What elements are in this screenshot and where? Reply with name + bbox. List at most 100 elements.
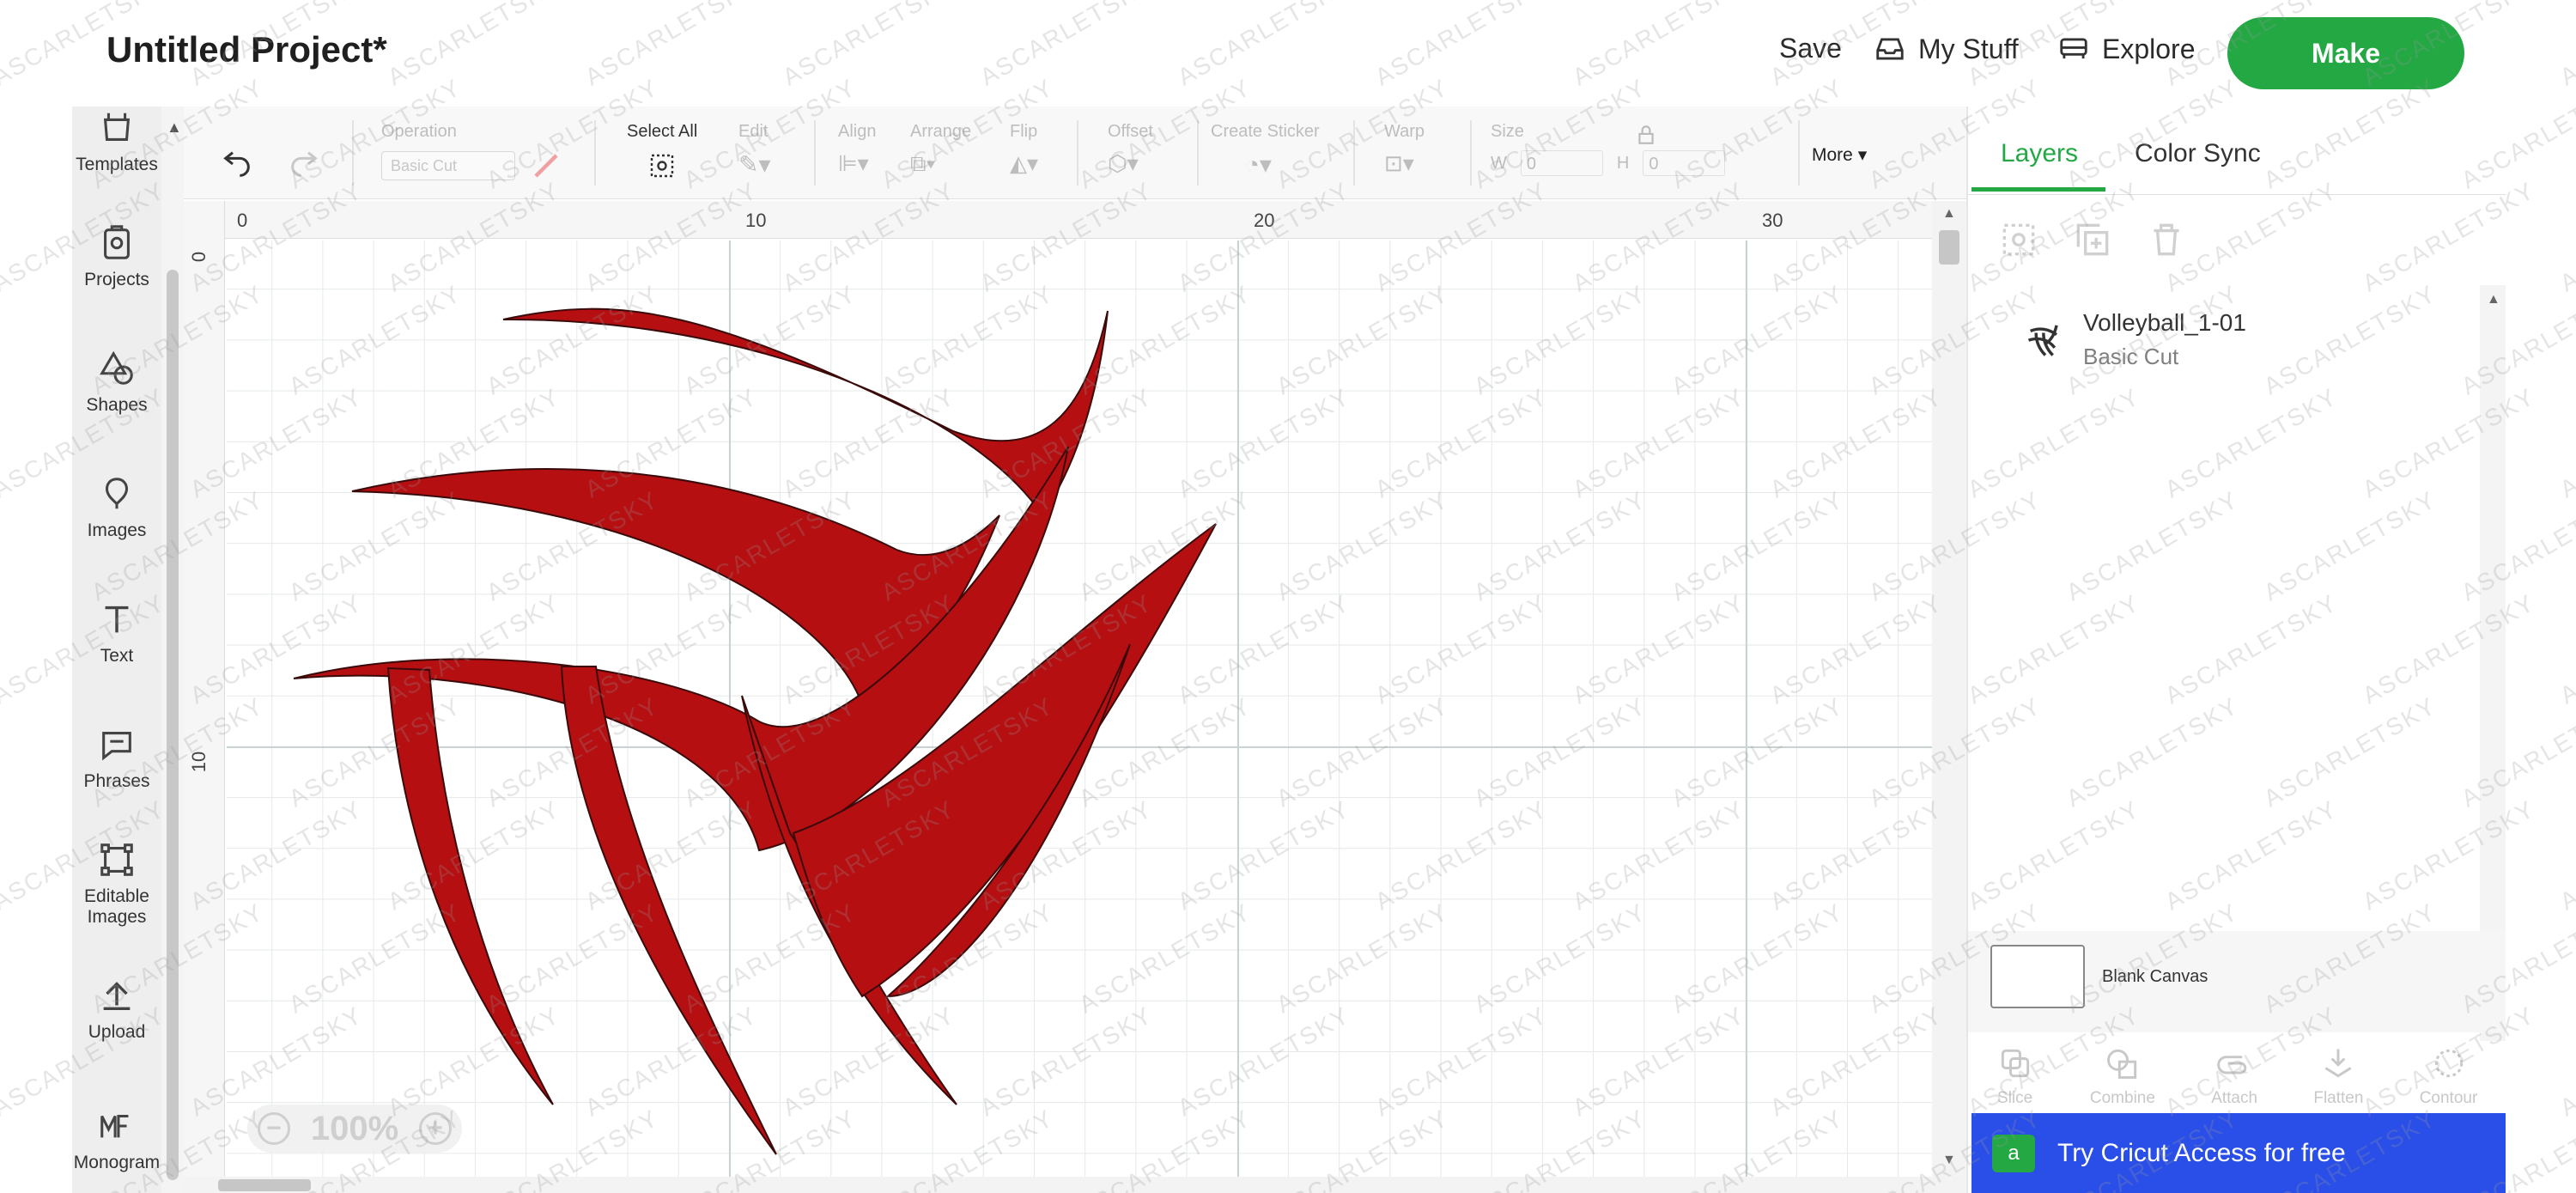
tab-layers[interactable]: Layers bbox=[2001, 139, 2078, 168]
align-group[interactable]: Align ⊫▾ bbox=[838, 122, 876, 177]
sidebar-item-projects[interactable]: Projects bbox=[72, 223, 161, 290]
sidebar-item-editable-images[interactable]: Editable Images bbox=[72, 840, 161, 928]
inbox-icon bbox=[1876, 38, 1904, 60]
select-all-button[interactable]: Select All bbox=[627, 122, 697, 186]
sticker-icon: ◔▾ bbox=[1245, 151, 1272, 178]
header: Untitled Project* Save My Stuff Explore … bbox=[0, 0, 2576, 107]
blank-canvas-row[interactable]: Blank Canvas bbox=[1968, 931, 2506, 1032]
layer-name: Volleyball_1-01 bbox=[2083, 309, 2246, 336]
tab-color-sync[interactable]: Color Sync bbox=[2135, 139, 2261, 168]
toolbar-divider bbox=[1197, 120, 1199, 186]
duplicate-icon[interactable] bbox=[2071, 218, 2114, 261]
canvas-hscroll-thumb[interactable] bbox=[218, 1179, 311, 1191]
arrange-group[interactable]: Arrange ⧉▾ bbox=[910, 122, 971, 178]
scroll-up-icon[interactable]: ▲ bbox=[1942, 206, 1956, 222]
layers-list: Volleyball_1-01 Basic Cut bbox=[1968, 285, 2506, 1041]
undo-icon[interactable] bbox=[220, 143, 254, 177]
blank-canvas-swatch[interactable] bbox=[1990, 945, 2085, 1008]
layers-scrollbar[interactable]: ▲ ▼ bbox=[2480, 285, 2506, 1041]
operation-select[interactable]: Basic Cut bbox=[381, 151, 515, 180]
more-button[interactable]: More ▾ bbox=[1812, 144, 1867, 166]
make-button[interactable]: Make bbox=[2227, 17, 2464, 89]
sidebar-label: Templates bbox=[76, 155, 158, 174]
scroll-up-icon[interactable]: ▲ bbox=[2487, 292, 2500, 307]
watermark-text: ASCARLETSKY bbox=[2555, 1001, 2576, 1122]
ruler-top: 0 10 20 30 bbox=[206, 201, 1932, 239]
arrange-label: Arrange bbox=[910, 122, 972, 141]
sidebar-item-phrases[interactable]: Phrases bbox=[72, 725, 161, 792]
group-icon[interactable] bbox=[1997, 218, 2040, 261]
flip-group[interactable]: Flip ◭▾ bbox=[1010, 122, 1038, 177]
sidebar-label: Projects bbox=[84, 270, 149, 289]
zoom-in-button[interactable]: + bbox=[419, 1112, 453, 1145]
offset-icon: ⬡▾ bbox=[1108, 150, 1139, 176]
my-stuff-button[interactable]: My Stuff bbox=[1874, 33, 2019, 65]
offset-group[interactable]: Offset ⬡▾ bbox=[1108, 122, 1153, 177]
size-label: Size bbox=[1491, 122, 1524, 141]
edit-icon: ✎▾ bbox=[738, 151, 771, 178]
combine-icon bbox=[2106, 1049, 2137, 1079]
sidebar-item-templates[interactable]: Templates bbox=[72, 108, 161, 175]
sidebar-item-images[interactable]: Images bbox=[72, 474, 161, 541]
explore-button[interactable]: Explore bbox=[2057, 33, 2196, 65]
layers-panel: Layers Color Sync Volleyball_1-01 Basic … bbox=[1966, 107, 2506, 1193]
align-label: Align bbox=[838, 122, 877, 141]
flatten-button[interactable]: Flatten bbox=[2313, 1044, 2363, 1108]
sidebar-item-upload[interactable]: Upload bbox=[72, 976, 161, 1043]
attach-button[interactable]: Attach bbox=[2211, 1044, 2257, 1108]
combine-label: Combine bbox=[2089, 1089, 2155, 1107]
warp-group[interactable]: Warp ⊡▾ bbox=[1384, 122, 1425, 177]
delete-icon[interactable] bbox=[2145, 218, 2188, 261]
volleyball-design[interactable] bbox=[227, 240, 1932, 1180]
upload-icon bbox=[103, 982, 131, 1011]
operation-group: Operation Basic Cut bbox=[381, 122, 562, 181]
warp-label: Warp bbox=[1384, 122, 1425, 141]
toolbar-divider bbox=[352, 120, 354, 186]
slice-icon bbox=[2001, 1049, 2029, 1078]
edit-group[interactable]: Edit ✎▾ bbox=[738, 122, 771, 179]
sidebar-label: Images bbox=[87, 520, 147, 540]
phrases-icon bbox=[102, 732, 131, 761]
attach-label: Attach bbox=[2211, 1089, 2258, 1107]
width-input[interactable]: 0 bbox=[1520, 150, 1603, 176]
left-sidebar: Templates Projects Shapes Images Text Ph… bbox=[72, 107, 161, 1193]
create-sticker-group[interactable]: Create Sticker ◔▾ bbox=[1211, 122, 1320, 179]
redo-icon[interactable] bbox=[287, 143, 321, 177]
sidebar-item-text[interactable]: Text bbox=[72, 600, 161, 666]
pen-color-icon[interactable] bbox=[531, 150, 562, 181]
ruler-tick: 20 bbox=[1254, 210, 1275, 231]
sidebar-item-monogram[interactable]: Monogram bbox=[72, 1106, 161, 1173]
ruler-tick: 0 bbox=[188, 251, 210, 263]
height-input[interactable]: 0 bbox=[1643, 150, 1726, 176]
sidebar-label: Text bbox=[100, 646, 134, 666]
ruler-tick: 10 bbox=[188, 751, 210, 773]
slice-label: Slice bbox=[1997, 1089, 2033, 1107]
toolbar-divider bbox=[1470, 120, 1472, 186]
slice-button[interactable]: Slice bbox=[1996, 1044, 2034, 1108]
canvas-horizontal-scrollbar[interactable] bbox=[184, 1177, 1966, 1193]
save-button[interactable]: Save bbox=[1779, 33, 1842, 64]
zoom-out-button[interactable]: − bbox=[257, 1112, 290, 1145]
edit-toolbar: Operation Basic Cut Select All Edit ✎▾ A… bbox=[184, 107, 1966, 199]
flatten-icon bbox=[2324, 1049, 2352, 1078]
contour-button[interactable]: Contour bbox=[2420, 1044, 2477, 1108]
attach-icon bbox=[2217, 1056, 2247, 1074]
size-group: Size W 0 H 0 bbox=[1491, 122, 1726, 176]
cricut-access-banner[interactable]: a Try Cricut Access for free bbox=[1971, 1113, 2506, 1193]
text-icon bbox=[105, 606, 129, 633]
combine-button[interactable]: Combine bbox=[2090, 1044, 2155, 1108]
canvas-vscroll-thumb[interactable] bbox=[1939, 230, 1959, 265]
offset-label: Offset bbox=[1108, 122, 1153, 141]
sidebar-scrollbar[interactable]: ▲ bbox=[161, 107, 184, 1193]
scroll-down-icon[interactable]: ▼ bbox=[1942, 1153, 1956, 1168]
project-title[interactable]: Untitled Project* bbox=[106, 29, 387, 70]
canvas-vertical-scrollbar[interactable]: ▲ ▼ bbox=[1932, 201, 1966, 1180]
lock-icon[interactable] bbox=[1635, 124, 1657, 146]
scroll-up-icon[interactable]: ▲ bbox=[167, 119, 182, 137]
align-icon: ⊫▾ bbox=[838, 150, 869, 176]
sidebar-item-shapes[interactable]: Shapes bbox=[72, 349, 161, 416]
layer-item[interactable]: Volleyball_1-01 Basic Cut bbox=[2023, 309, 2246, 370]
height-label: H bbox=[1616, 153, 1630, 173]
zoom-level: 100% bbox=[310, 1109, 399, 1147]
sidebar-scroll-thumb[interactable] bbox=[167, 270, 179, 1180]
